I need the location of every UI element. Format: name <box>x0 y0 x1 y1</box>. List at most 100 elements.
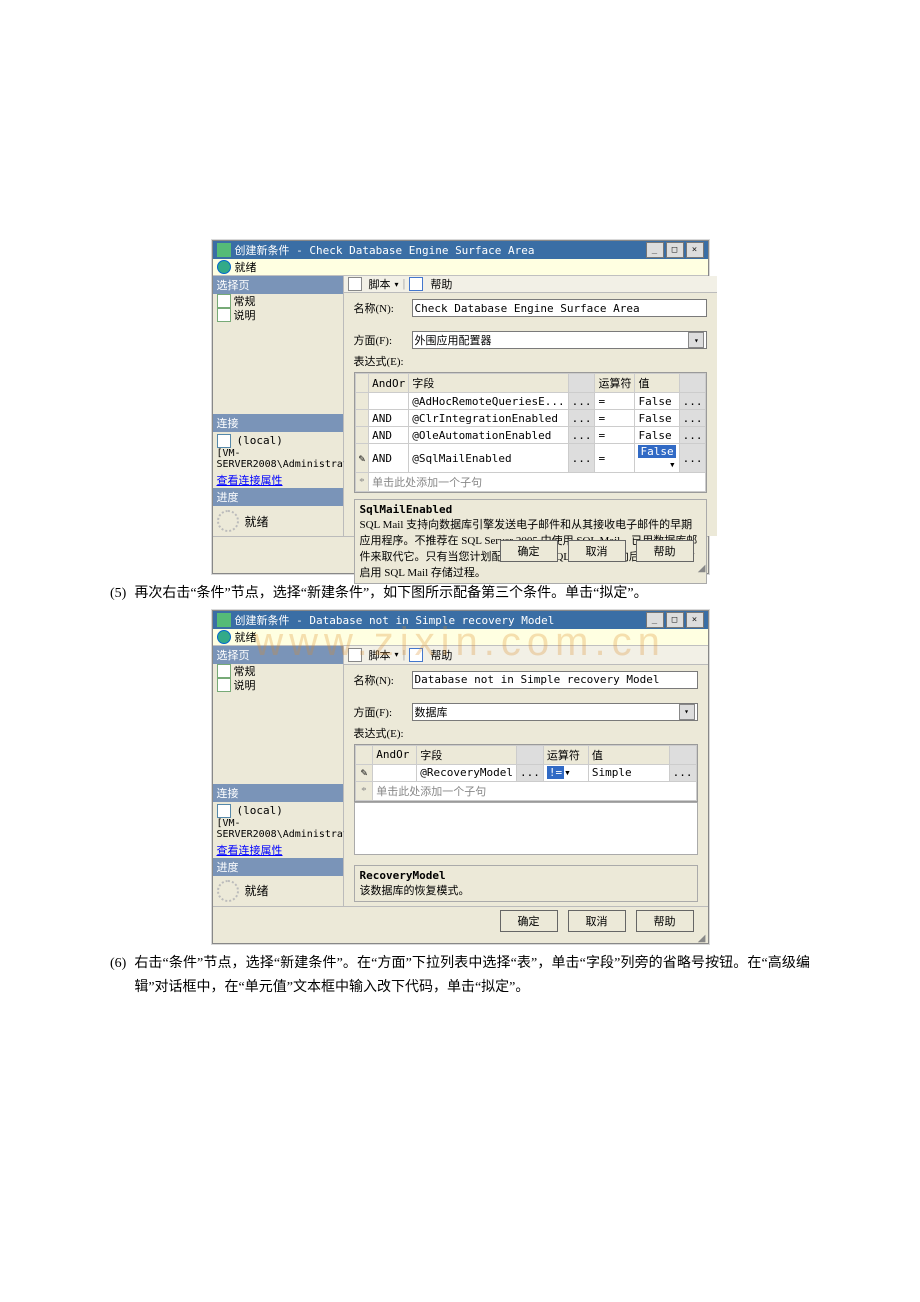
step-5-text: (5)再次右击“条件”节点，选择“新建条件”，如下图所示配备第三个条件。单击“拟… <box>110 582 810 606</box>
pencil-icon: ✎ <box>355 444 369 473</box>
ellipsis-button[interactable]: ... <box>568 393 595 410</box>
progress-header: 进度 <box>213 488 343 506</box>
pencil-icon: ✎ <box>355 764 373 781</box>
left-pane: 选择页 常规 说明 连接 (local) [VM-SERVER2008\Admi… <box>213 646 344 906</box>
nav-description[interactable]: 说明 <box>213 308 343 322</box>
col-field[interactable]: 字段 <box>409 374 568 393</box>
name-label: 名称(N): <box>354 300 412 316</box>
view-connection-link[interactable]: 查看连接属性 <box>213 472 343 488</box>
name-field[interactable] <box>412 671 698 689</box>
name-label: 名称(N): <box>354 672 412 688</box>
table-row[interactable]: @AdHocRemoteQueriesE......=False... <box>355 393 706 410</box>
col-val[interactable]: 值 <box>588 745 669 764</box>
new-row[interactable]: *单击此处添加一个子句 <box>355 781 696 800</box>
window-title: 创建新条件 - Database not in Simple recovery … <box>235 612 555 628</box>
col-andor[interactable]: AndOr <box>373 745 417 764</box>
facet-select[interactable]: 外围应用配置器▾ <box>412 331 708 349</box>
connection-header: 连接 <box>213 784 343 802</box>
info-icon <box>217 260 231 274</box>
ellipsis-button[interactable]: ... <box>679 444 706 473</box>
server-icon <box>217 434 231 448</box>
help-button[interactable]: 帮助 <box>430 276 452 292</box>
op-dropdown[interactable]: != <box>547 766 564 779</box>
chevron-down-icon[interactable]: ▾ <box>669 458 676 471</box>
info-icon <box>217 630 231 644</box>
view-connection-link[interactable]: 查看连接属性 <box>213 842 343 858</box>
cancel-button[interactable]: 取消 <box>568 910 626 932</box>
toolbar: 脚本 ▾ | 帮助 <box>344 646 708 665</box>
table-row[interactable]: AND@ClrIntegrationEnabled...=False... <box>355 410 706 427</box>
col-andor[interactable]: AndOr <box>369 374 409 393</box>
col-op[interactable]: 运算符 <box>595 374 635 393</box>
app-icon <box>217 613 231 627</box>
facet-label: 方面(F): <box>354 332 412 348</box>
nav-description[interactable]: 说明 <box>213 678 343 692</box>
ellipsis-button[interactable]: ... <box>679 393 706 410</box>
chevron-down-icon[interactable]: ▾ <box>679 704 695 720</box>
name-field[interactable] <box>412 299 708 317</box>
spinner-icon <box>217 510 239 532</box>
ellipsis-button[interactable]: ... <box>679 427 706 444</box>
left-pane: 选择页 常规 说明 连接 (local) [VM-SERVER2008\Admi… <box>213 276 344 536</box>
help-button[interactable]: 帮助 <box>430 647 452 663</box>
table-row[interactable]: AND@OleAutomationEnabled...=False... <box>355 427 706 444</box>
right-pane: 脚本 ▾ | 帮助 名称(N): 方面(F): 数据库▾ 表达式(E): And… <box>344 646 708 906</box>
col-field[interactable]: 字段 <box>417 745 517 764</box>
col-op[interactable]: 运算符 <box>543 745 588 764</box>
chevron-down-icon[interactable]: ▾ <box>395 280 399 289</box>
ready-label: 就绪 <box>235 629 257 645</box>
ellipsis-button[interactable]: ... <box>568 444 595 473</box>
title-bar[interactable]: 创建新条件 - Database not in Simple recovery … <box>213 611 708 629</box>
table-row[interactable]: ✎@RecoveryModel...!=▾Simple... <box>355 764 696 781</box>
value-dropdown[interactable]: False <box>638 445 675 458</box>
help-button[interactable]: 帮助 <box>636 540 694 562</box>
status-strip: 就绪 <box>213 259 708 276</box>
ok-button[interactable]: 确定 <box>500 540 558 562</box>
nav-general[interactable]: 常规 <box>213 294 343 308</box>
facet-select[interactable]: 数据库▾ <box>412 703 698 721</box>
button-row: 确定 取消 帮助 <box>213 906 708 935</box>
ellipsis-button[interactable]: ... <box>679 410 706 427</box>
right-pane: 脚本 ▾ | 帮助 名称(N): 方面(F): 外围应用配置器▾ 表达式(E):… <box>344 276 718 536</box>
ok-button[interactable]: 确定 <box>500 910 558 932</box>
expression-grid[interactable]: AndOr 字段 运算符 值 @AdHocRemoteQueriesE.....… <box>354 372 708 493</box>
ellipsis-button[interactable]: ... <box>669 764 696 781</box>
ready-label: 就绪 <box>235 259 257 275</box>
chevron-down-icon[interactable]: ▾ <box>395 650 399 659</box>
new-row[interactable]: *单击此处添加一个子句 <box>355 473 706 492</box>
status-strip: 就绪 <box>213 629 708 646</box>
help-button[interactable]: 帮助 <box>636 910 694 932</box>
maximize-button[interactable]: □ <box>666 242 684 258</box>
help-icon <box>409 648 423 662</box>
grid-whitespace <box>354 802 698 855</box>
minimize-button[interactable]: _ <box>646 612 664 628</box>
expr-label: 表达式(E): <box>354 353 412 369</box>
maximize-button[interactable]: □ <box>666 612 684 628</box>
col-val[interactable]: 值 <box>635 374 679 393</box>
window-title: 创建新条件 - Check Database Engine Surface Ar… <box>235 242 535 258</box>
minimize-button[interactable]: _ <box>646 242 664 258</box>
title-bar[interactable]: 创建新条件 - Check Database Engine Surface Ar… <box>213 241 708 259</box>
page-icon <box>217 678 231 692</box>
help-icon <box>409 277 423 291</box>
dialog-2: 创建新条件 - Database not in Simple recovery … <box>212 610 709 944</box>
script-button[interactable]: 脚本 <box>369 647 391 663</box>
resize-grip[interactable]: ◢ <box>213 935 708 943</box>
nav-general[interactable]: 常规 <box>213 664 343 678</box>
ellipsis-button[interactable]: ... <box>568 410 595 427</box>
ellipsis-button[interactable]: ... <box>568 427 595 444</box>
table-row[interactable]: ✎AND@SqlMailEnabled...=False▾... <box>355 444 706 473</box>
step-6-text: (6)右击“条件”节点，选择“新建条件”。在“方面”下拉列表中选择“表”，单击“… <box>110 952 810 1000</box>
chevron-down-icon[interactable]: ▾ <box>564 766 571 779</box>
cancel-button[interactable]: 取消 <box>568 540 626 562</box>
select-page-header: 选择页 <box>213 276 343 294</box>
ellipsis-button[interactable]: ... <box>516 764 543 781</box>
script-button[interactable]: 脚本 <box>369 276 391 292</box>
close-button[interactable]: × <box>686 242 704 258</box>
page-icon <box>217 664 231 678</box>
description-box: RecoveryModel 该数据库的恢复模式。 <box>354 865 698 902</box>
chevron-down-icon[interactable]: ▾ <box>688 332 704 348</box>
expression-grid[interactable]: AndOr 字段 运算符 值 ✎@RecoveryModel...!=▾Simp… <box>354 744 698 802</box>
connection-info: (local) [VM-SERVER2008\Administrator] <box>213 432 343 472</box>
close-button[interactable]: × <box>686 612 704 628</box>
